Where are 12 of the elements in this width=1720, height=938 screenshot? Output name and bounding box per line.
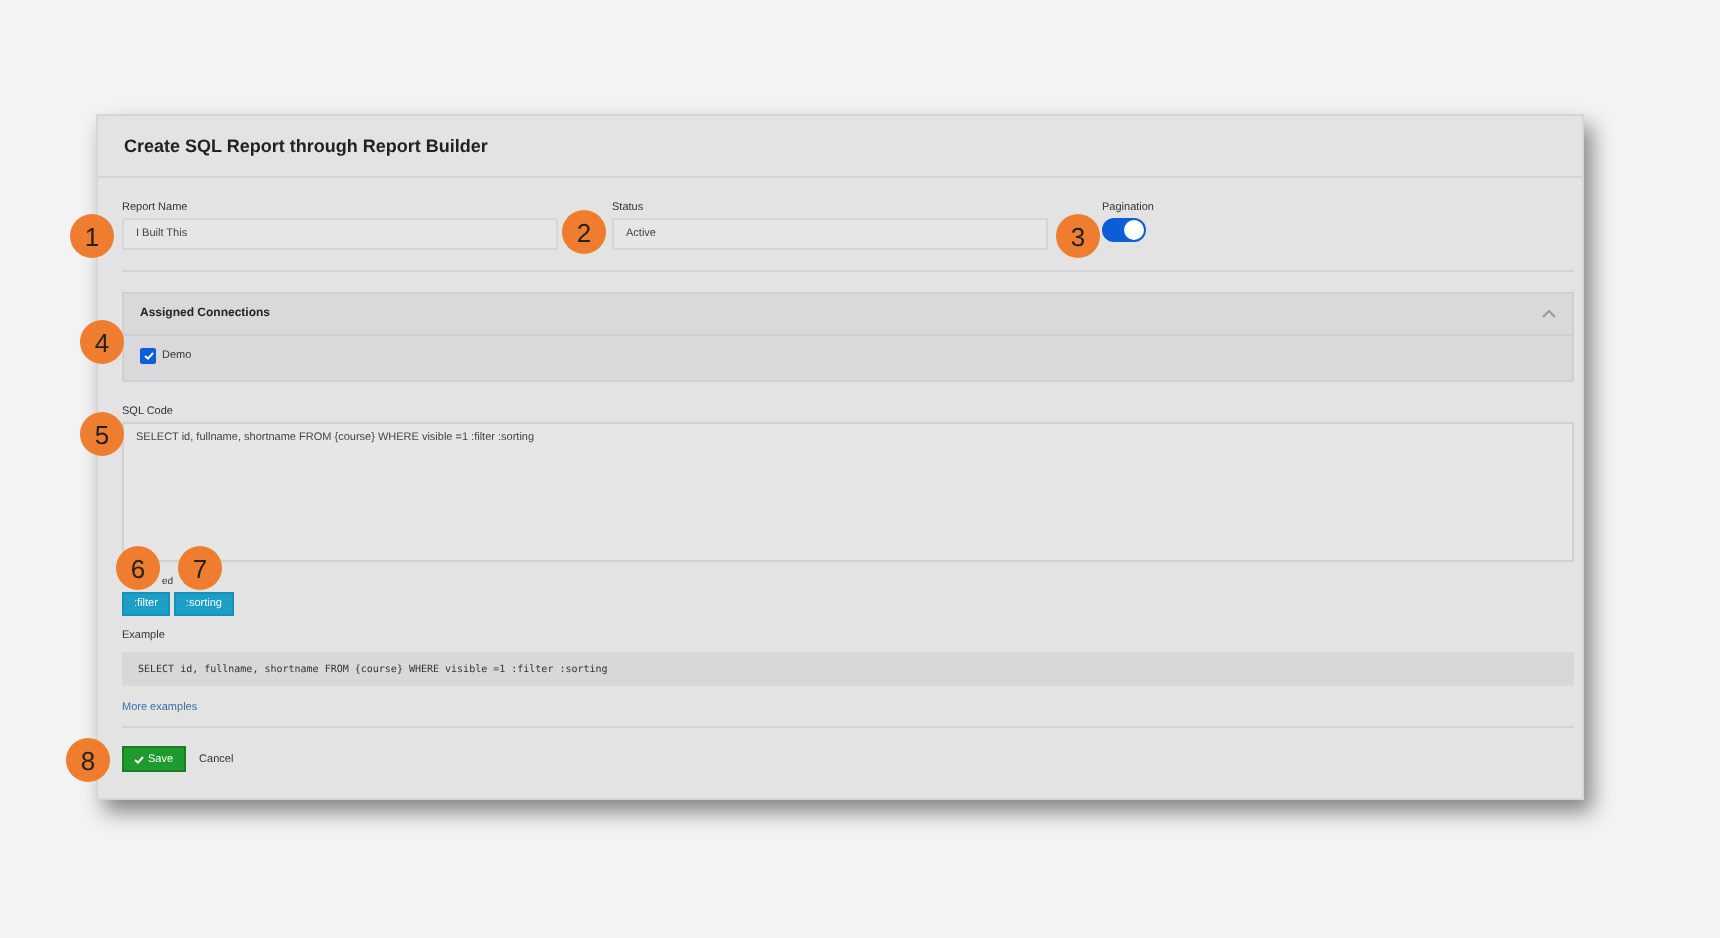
callout-number: 4 xyxy=(80,320,124,364)
pagination-toggle[interactable] xyxy=(1102,218,1146,242)
check-icon xyxy=(143,352,153,360)
callout-number: 5 xyxy=(80,412,124,456)
callout-number: 8 xyxy=(66,738,110,782)
callout-number: 2 xyxy=(562,210,606,254)
callout-number: 1 xyxy=(70,214,114,258)
callout-number: 3 xyxy=(1056,214,1100,258)
check-icon xyxy=(134,755,144,763)
callout-number: 6 xyxy=(116,546,160,590)
card-title: Create SQL Report through Report Builder xyxy=(98,116,1582,178)
checkbox[interactable] xyxy=(140,348,156,364)
